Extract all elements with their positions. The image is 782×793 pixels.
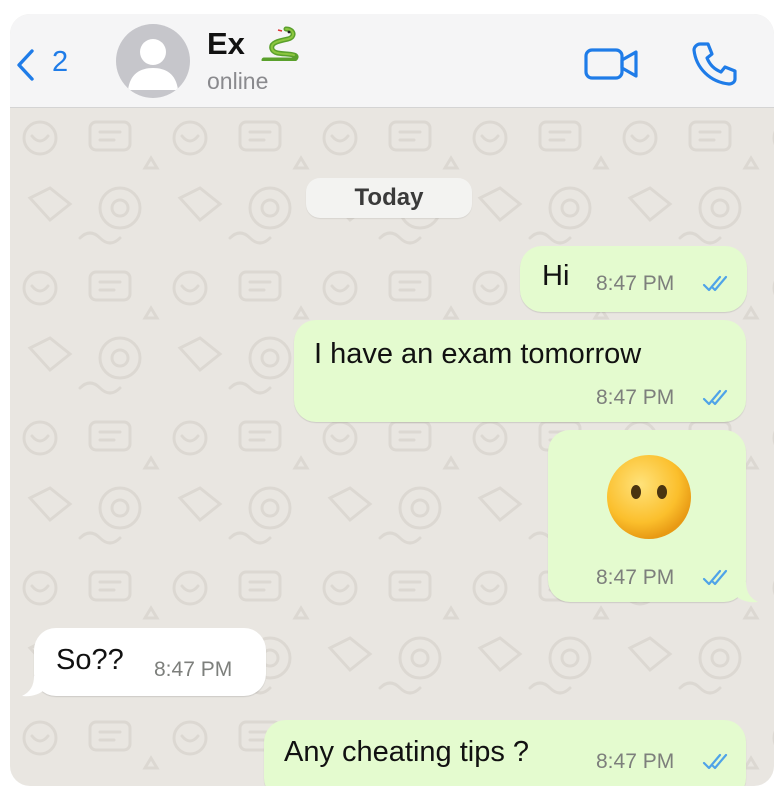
- message-bubble-outgoing[interactable]: 8:47 PM: [548, 430, 746, 602]
- contact-status: online: [207, 68, 269, 94]
- message-time: 8:47 PM: [154, 658, 233, 681]
- user-silhouette-icon: [128, 39, 178, 90]
- back-button[interactable]: 2: [14, 44, 84, 84]
- chat-header: 2 Ex online: [10, 14, 774, 108]
- snake-icon: [261, 26, 299, 61]
- message-time: 8:47 PM: [596, 750, 675, 773]
- date-separator: Today: [306, 178, 472, 218]
- avatar[interactable]: [116, 24, 190, 98]
- contact-name[interactable]: Ex: [207, 26, 245, 62]
- message-time: 8:47 PM: [596, 272, 675, 295]
- read-receipt-icon: [702, 569, 728, 586]
- message-list[interactable]: Today Hi 8:47 PM I have an exam tomorrow…: [10, 108, 774, 786]
- video-call-icon[interactable]: [584, 46, 640, 82]
- message-bubble-incoming[interactable]: So?? 8:47 PM: [34, 628, 266, 696]
- message-text: I have an exam tomorrow: [314, 338, 642, 370]
- chat-window: 2 Ex online Today Hi 8:47 PM I have an e…: [10, 14, 774, 786]
- bubble-tail: [22, 676, 44, 697]
- message-time: 8:47 PM: [596, 386, 675, 409]
- unread-count: 2: [52, 46, 69, 78]
- message-time: 8:47 PM: [596, 566, 675, 589]
- message-bubble-outgoing[interactable]: Hi 8:47 PM: [520, 246, 747, 312]
- bubble-tail: [736, 582, 758, 603]
- message-text: Hi: [542, 260, 570, 292]
- phone-icon[interactable]: [690, 38, 740, 88]
- read-receipt-icon: [702, 389, 728, 406]
- message-bubble-outgoing[interactable]: I have an exam tomorrow 8:47 PM: [294, 320, 746, 422]
- read-receipt-icon: [702, 275, 728, 292]
- message-text: Any cheating tips ?: [284, 736, 530, 768]
- chevron-left-icon: [17, 49, 34, 81]
- message-bubble-outgoing[interactable]: Any cheating tips ? 8:47 PM: [264, 720, 746, 786]
- message-text: So??: [56, 644, 124, 676]
- face-without-mouth-emoji-icon: [607, 455, 691, 539]
- read-receipt-icon: [702, 753, 728, 770]
